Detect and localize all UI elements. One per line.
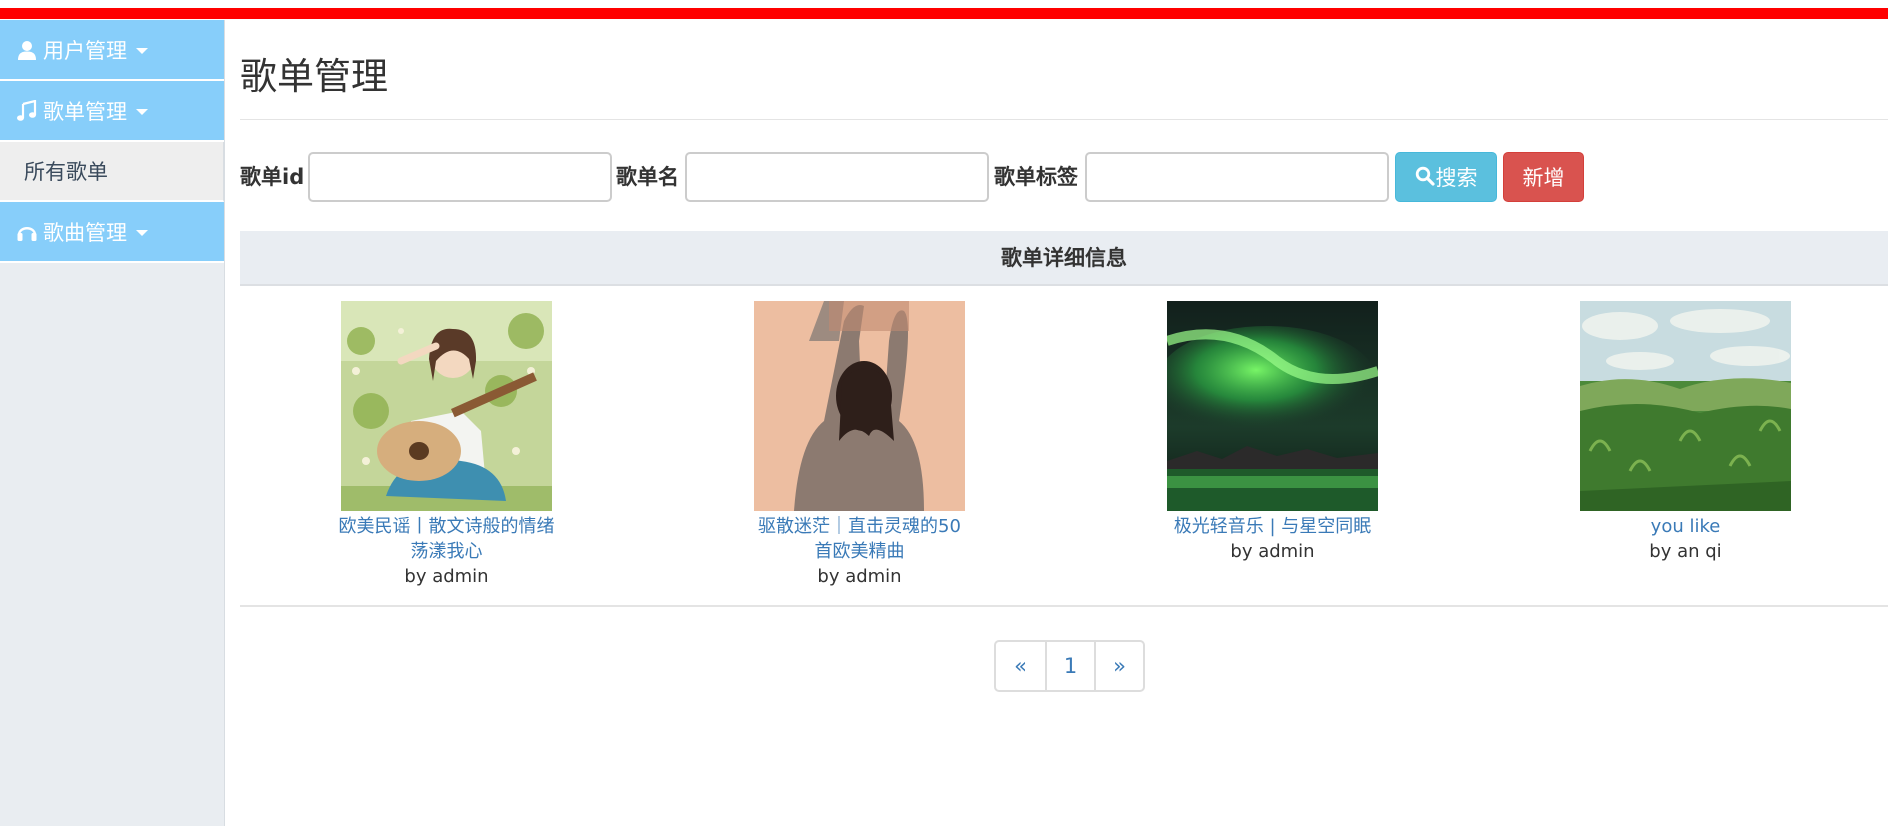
playlist-card: 极光轻音乐 | 与星空同眠 by admin xyxy=(1066,301,1479,564)
playlist-author: by admin xyxy=(817,566,902,587)
playlist-author: by admin xyxy=(1230,541,1315,562)
submenu-label: 所有歌单 xyxy=(24,160,108,184)
playlist-detail-header: 歌单详细信息 xyxy=(240,231,1888,286)
menu-song-management[interactable]: 歌曲管理 xyxy=(0,202,224,263)
playlist-card: 驱散迷茫｜直击灵魂的50首欧美精曲 by admin xyxy=(653,301,1066,589)
add-button[interactable]: 新增 xyxy=(1503,152,1584,202)
caret-down-icon xyxy=(136,109,148,115)
playlist-title-link[interactable]: 极光轻音乐 | 与星空同眠 xyxy=(1163,514,1383,539)
pagination-prev[interactable]: « xyxy=(996,642,1045,690)
playlist-title-link[interactable]: you like xyxy=(1576,514,1796,539)
playlist-name-input[interactable] xyxy=(685,152,989,202)
user-icon xyxy=(16,39,38,61)
playlist-title-link[interactable]: 驱散迷茫｜直击灵魂的50首欧美精曲 xyxy=(750,514,970,564)
playlist-cover-image[interactable] xyxy=(1167,301,1378,511)
menu-user-management[interactable]: 用户管理 xyxy=(0,20,224,81)
menu-playlist-management[interactable]: 歌单管理 xyxy=(0,81,224,142)
playlist-author: by an qi xyxy=(1649,541,1722,562)
playlist-id-label: 歌单id xyxy=(240,165,305,189)
search-button[interactable]: 搜索 xyxy=(1395,152,1497,202)
playlist-name-label: 歌单名 xyxy=(616,165,679,189)
sidebar: 用户管理 歌单管理 所有歌单 歌曲管理 xyxy=(0,20,225,826)
page-title: 歌单管理 xyxy=(240,55,388,98)
caret-down-icon xyxy=(136,48,148,54)
menu-label: 歌单管理 xyxy=(43,99,127,124)
top-bar xyxy=(0,0,1888,20)
playlist-cover-image[interactable] xyxy=(1580,301,1791,511)
title-divider xyxy=(240,119,1888,120)
search-bar: 歌单id 歌单名 歌单标签 搜索 新增 xyxy=(240,151,1888,203)
playlist-tag-label: 歌单标签 xyxy=(994,165,1078,189)
playlist-id-input[interactable] xyxy=(308,152,612,202)
playlist-author: by admin xyxy=(404,566,489,587)
playlist-cover-image[interactable] xyxy=(341,301,552,511)
top-red-stripe xyxy=(0,8,1888,19)
playlist-card: you like by an qi xyxy=(1479,301,1888,564)
playlist-cover-image[interactable] xyxy=(754,301,965,511)
music-note-icon xyxy=(16,99,38,122)
main-content: 歌单管理 歌单id 歌单名 歌单标签 搜索 新增 歌单详细信息 欧美民谣丨散文诗… xyxy=(240,20,1888,826)
pagination-next[interactable]: » xyxy=(1094,642,1143,690)
caret-down-icon xyxy=(136,230,148,236)
headphones-icon xyxy=(16,221,38,243)
playlist-title-link[interactable]: 欧美民谣丨散文诗般的情绪荡漾我心 xyxy=(337,514,557,564)
pagination-page-1[interactable]: 1 xyxy=(1045,642,1094,690)
playlist-card: 欧美民谣丨散文诗般的情绪荡漾我心 by admin xyxy=(240,301,653,589)
search-icon xyxy=(1415,166,1435,191)
search-button-label: 搜索 xyxy=(1435,166,1478,190)
menu-label: 用户管理 xyxy=(43,38,127,63)
pagination: « 1 » xyxy=(994,640,1145,692)
submenu-all-playlists[interactable]: 所有歌单 xyxy=(0,142,224,202)
playlist-grid: 欧美民谣丨散文诗般的情绪荡漾我心 by admin 驱散迷茫｜直击灵魂的50首欧… xyxy=(240,301,1888,607)
menu-label: 歌曲管理 xyxy=(43,220,127,245)
playlist-tag-input[interactable] xyxy=(1085,152,1389,202)
